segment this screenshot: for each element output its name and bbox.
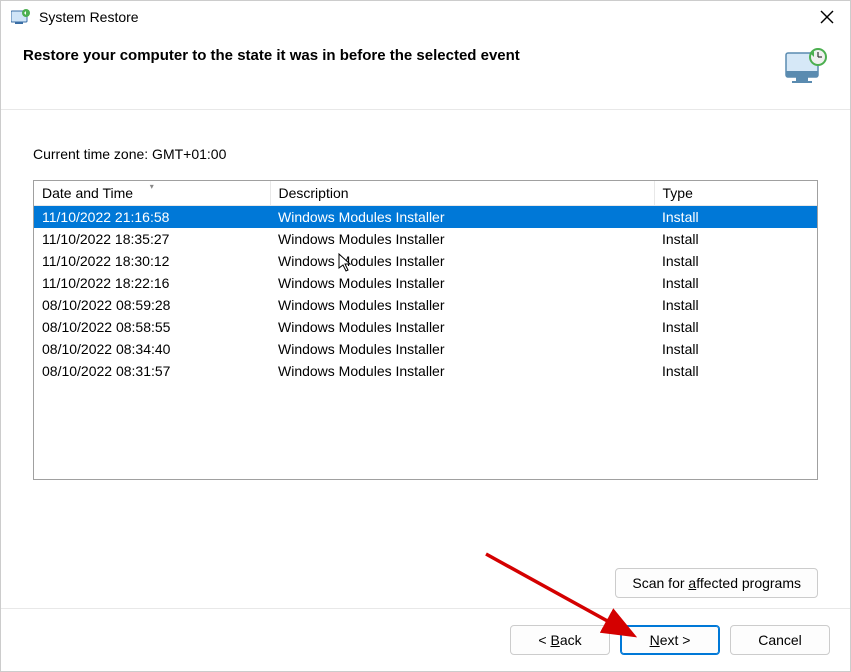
cell-description: Windows Modules Installer xyxy=(270,206,654,228)
cell-type: Install xyxy=(654,294,817,316)
cell-description: Windows Modules Installer xyxy=(270,360,654,382)
cell-date: 11/10/2022 21:16:58 xyxy=(34,206,270,228)
table-row-empty xyxy=(34,404,817,426)
table-row[interactable]: 08/10/2022 08:58:55Windows Modules Insta… xyxy=(34,316,817,338)
cell-date: 08/10/2022 08:31:57 xyxy=(34,360,270,382)
scan-row: Scan for affected programs xyxy=(1,542,850,608)
cell-date: 11/10/2022 18:30:12 xyxy=(34,250,270,272)
column-header-type[interactable]: Type xyxy=(654,181,817,206)
wizard-header: Restore your computer to the state it wa… xyxy=(1,33,850,110)
cell-description: Windows Modules Installer xyxy=(270,316,654,338)
close-button[interactable] xyxy=(812,4,842,30)
table-row[interactable]: 11/10/2022 18:30:12Windows Modules Insta… xyxy=(34,250,817,272)
cell-description: Windows Modules Installer xyxy=(270,294,654,316)
cell-date: 11/10/2022 18:22:16 xyxy=(34,272,270,294)
restore-monitor-icon xyxy=(784,47,828,87)
column-header-description-label: Description xyxy=(279,185,349,201)
column-header-description[interactable]: Description xyxy=(270,181,654,206)
cell-date: 11/10/2022 18:35:27 xyxy=(34,228,270,250)
column-header-date[interactable]: Date and Time ▾ xyxy=(34,181,270,206)
column-header-date-label: Date and Time xyxy=(42,185,133,201)
back-button[interactable]: < Back xyxy=(510,625,610,655)
window-title: System Restore xyxy=(39,9,812,25)
content-area: Current time zone: GMT+01:00 Date and Ti… xyxy=(1,110,850,542)
next-button[interactable]: Next > xyxy=(620,625,720,655)
table-row-empty xyxy=(34,426,817,448)
chevron-down-icon: ▾ xyxy=(150,182,154,191)
column-header-type-label: Type xyxy=(663,185,693,201)
timezone-label: Current time zone: GMT+01:00 xyxy=(33,146,818,162)
table-row-empty xyxy=(34,448,817,470)
restore-points-table: Date and Time ▾ Description Type 11/10/2… xyxy=(33,180,818,480)
cell-date: 08/10/2022 08:34:40 xyxy=(34,338,270,360)
cell-description: Windows Modules Installer xyxy=(270,228,654,250)
table-row-empty xyxy=(34,382,817,404)
cell-description: Windows Modules Installer xyxy=(270,250,654,272)
cell-type: Install xyxy=(654,360,817,382)
wizard-footer: < Back Next > Cancel xyxy=(1,608,850,671)
cell-type: Install xyxy=(654,250,817,272)
cell-description: Windows Modules Installer xyxy=(270,272,654,294)
table-row[interactable]: 11/10/2022 18:22:16Windows Modules Insta… xyxy=(34,272,817,294)
cell-type: Install xyxy=(654,206,817,228)
page-title: Restore your computer to the state it wa… xyxy=(23,47,520,64)
scan-affected-programs-button[interactable]: Scan for affected programs xyxy=(615,568,818,598)
cell-date: 08/10/2022 08:59:28 xyxy=(34,294,270,316)
cell-type: Install xyxy=(654,272,817,294)
cancel-button[interactable]: Cancel xyxy=(730,625,830,655)
cell-description: Windows Modules Installer xyxy=(270,338,654,360)
system-restore-icon xyxy=(11,9,31,25)
cell-type: Install xyxy=(654,316,817,338)
table-row[interactable]: 11/10/2022 21:16:58Windows Modules Insta… xyxy=(34,206,817,228)
table-row[interactable]: 11/10/2022 18:35:27Windows Modules Insta… xyxy=(34,228,817,250)
table-row[interactable]: 08/10/2022 08:59:28Windows Modules Insta… xyxy=(34,294,817,316)
cell-date: 08/10/2022 08:58:55 xyxy=(34,316,270,338)
cell-type: Install xyxy=(654,338,817,360)
titlebar: System Restore xyxy=(1,1,850,33)
system-restore-window: System Restore Restore your computer to … xyxy=(0,0,851,672)
close-icon xyxy=(820,10,834,24)
cell-type: Install xyxy=(654,228,817,250)
table-row[interactable]: 08/10/2022 08:31:57Windows Modules Insta… xyxy=(34,360,817,382)
table-row[interactable]: 08/10/2022 08:34:40Windows Modules Insta… xyxy=(34,338,817,360)
